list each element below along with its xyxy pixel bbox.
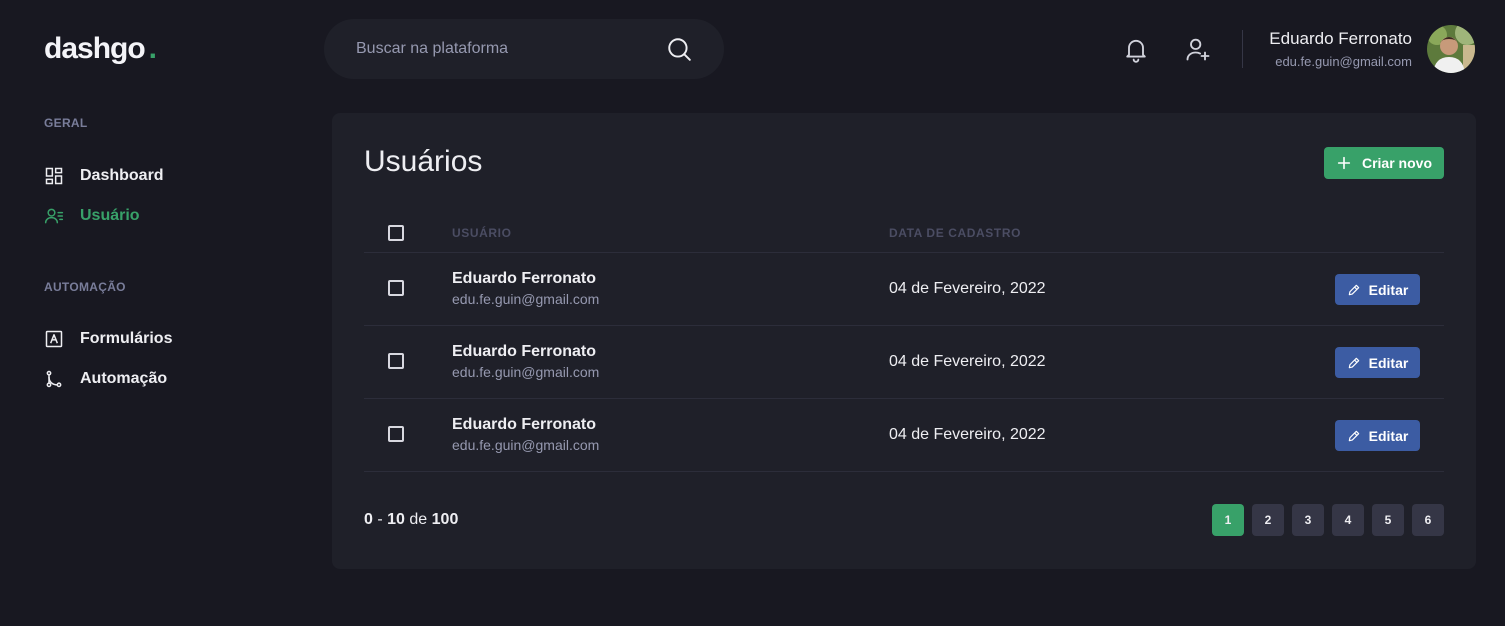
pagination: 1 2 3 4 5 6 [1204, 504, 1444, 536]
pencil-icon [1348, 357, 1359, 368]
sidebar: GERAL Dashboard Usuário AUTOMAÇÃO Formul… [0, 100, 300, 626]
edit-label: Editar [1368, 427, 1409, 444]
row-checkbox[interactable] [388, 280, 404, 296]
pencil-icon [1348, 430, 1359, 441]
user-email: edu.fe.guin@gmail.com [452, 364, 600, 380]
pagination-info: 0 - 10 de 100 [364, 511, 458, 529]
page-button[interactable]: 6 [1412, 504, 1444, 536]
avatar[interactable] [1427, 25, 1475, 73]
pagination-separator: - [377, 511, 383, 528]
pagination-of: de [409, 511, 428, 528]
logo-text: dashgo [44, 32, 146, 65]
create-new-button[interactable]: Criar novo [1323, 147, 1444, 179]
table-row: Eduardo Ferronato edu.fe.guin@gmail.com … [364, 326, 1444, 399]
pagination-from: 0 [364, 511, 373, 528]
forms-icon [45, 330, 63, 348]
sidebar-item-label: Dashboard [80, 167, 164, 184]
sidebar-section-title: GERAL [44, 116, 88, 130]
pencil-icon [1348, 284, 1359, 295]
header: dashgo. Eduardo Ferronato edu.fe.guin@gm… [0, 0, 1505, 100]
page-button[interactable]: 2 [1252, 504, 1284, 536]
search-icon[interactable] [666, 36, 692, 62]
sidebar-item-formularios[interactable]: Formulários [44, 327, 172, 351]
created-date: 04 de Fevereiro, 2022 [889, 280, 1046, 297]
search-bar [324, 19, 724, 79]
bell-icon[interactable] [1122, 35, 1150, 63]
row-checkbox[interactable] [388, 353, 404, 369]
header-divider [1242, 30, 1243, 68]
edit-label: Editar [1368, 281, 1409, 298]
edit-button[interactable]: Editar [1335, 274, 1420, 305]
plus-icon [1337, 156, 1351, 170]
sidebar-item-label: Automação [80, 370, 168, 387]
edit-button[interactable]: Editar [1335, 347, 1420, 378]
created-date: 04 de Fevereiro, 2022 [889, 426, 1046, 443]
pagination-to: 10 [387, 511, 405, 528]
user-email: edu.fe.guin@gmail.com [452, 437, 600, 453]
logo-dot: . [148, 32, 157, 65]
page-button[interactable]: 3 [1292, 504, 1324, 536]
user-name: Eduardo Ferronato [452, 343, 597, 360]
users-panel: Usuários Criar novo USUÁRIO DATA DE CADA… [332, 113, 1476, 569]
page-button[interactable]: 4 [1332, 504, 1364, 536]
add-user-icon[interactable] [1184, 35, 1212, 63]
sidebar-section-title: AUTOMAÇÃO [44, 280, 126, 294]
column-header-usuario: USUÁRIO [452, 226, 512, 240]
edit-button[interactable]: Editar [1335, 420, 1420, 451]
dashboard-icon [45, 167, 63, 185]
sidebar-item-dashboard[interactable]: Dashboard [44, 164, 164, 188]
sidebar-item-usuario[interactable]: Usuário [44, 204, 140, 228]
users-icon [44, 208, 64, 224]
column-header-data: DATA DE CADASTRO [889, 226, 1022, 240]
user-name: Eduardo Ferronato [452, 270, 597, 287]
select-all-checkbox[interactable] [388, 225, 404, 241]
edit-label: Editar [1368, 354, 1409, 371]
table-header: USUÁRIO DATA DE CADASTRO [364, 213, 1444, 253]
pagination-total: 100 [431, 511, 459, 528]
table-row: Eduardo Ferronato edu.fe.guin@gmail.com … [364, 399, 1444, 472]
git-merge-icon [46, 370, 62, 388]
profile-email: edu.fe.guin@gmail.com [1275, 54, 1412, 69]
created-date: 04 de Fevereiro, 2022 [889, 353, 1046, 370]
sidebar-item-label: Usuário [80, 207, 140, 224]
search-input[interactable] [356, 37, 656, 61]
user-name: Eduardo Ferronato [452, 416, 597, 433]
users-table: USUÁRIO DATA DE CADASTRO Eduardo Ferrona… [364, 213, 1444, 472]
profile-name: Eduardo Ferronato [1269, 29, 1412, 48]
table-row: Eduardo Ferronato edu.fe.guin@gmail.com … [364, 253, 1444, 326]
page-button[interactable]: 5 [1372, 504, 1404, 536]
page-title: Usuários [364, 145, 483, 178]
sidebar-item-label: Formulários [80, 330, 173, 347]
logo[interactable]: dashgo. [44, 32, 157, 66]
row-checkbox[interactable] [388, 426, 404, 442]
page-button[interactable]: 1 [1212, 504, 1244, 536]
user-email: edu.fe.guin@gmail.com [452, 291, 600, 307]
sidebar-item-automacao[interactable]: Automação [44, 367, 167, 391]
create-new-label: Criar novo [1361, 155, 1432, 171]
